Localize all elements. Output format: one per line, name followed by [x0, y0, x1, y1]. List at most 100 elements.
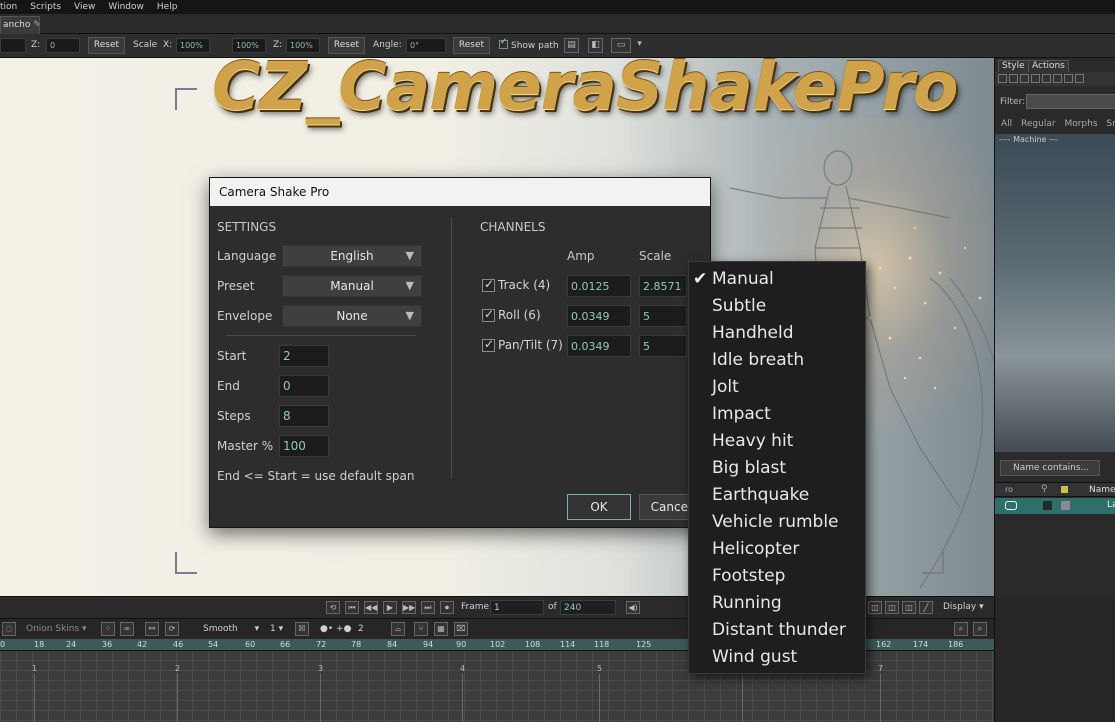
panel-tool-icon[interactable] [1020, 74, 1029, 83]
zoom-in-icon[interactable]: ⌕ [973, 622, 987, 636]
preset-option-distant-thunder[interactable]: Distant thunder [712, 620, 846, 640]
zoom-out-icon[interactable]: ⌕ [954, 622, 968, 636]
brush-icon[interactable]: ╱ [919, 601, 933, 614]
preset-option-wind-gust[interactable]: Wind gust [712, 647, 797, 667]
roll-amp-field[interactable]: 0.0349 [567, 305, 631, 327]
preset-select[interactable]: Manual ▼ [282, 275, 422, 297]
skip-end-icon[interactable]: ⏭ [421, 601, 435, 614]
master-field[interactable]: 100 [279, 435, 329, 457]
skip-start-icon[interactable]: ⏮ [345, 601, 359, 614]
start-field[interactable]: 2 [279, 345, 329, 367]
display-dropdown[interactable]: Display ▾ [943, 602, 984, 612]
preset-option-jolt[interactable]: Jolt [712, 377, 739, 397]
view-mode-icon[interactable]: ◫ [868, 601, 882, 614]
path-mode-icon[interactable]: ▭ [611, 38, 631, 53]
envelope-select[interactable]: None ▼ [282, 305, 422, 327]
menu-item-view[interactable]: View [68, 2, 102, 12]
interpolation-dropdown[interactable]: Smooth ▾ [203, 624, 259, 634]
total-frames-field[interactable]: 240 [560, 600, 616, 615]
roll-checkbox[interactable] [482, 307, 495, 322]
key-chain-icon[interactable]: ⚯ [145, 622, 159, 636]
preset-option-impact[interactable]: Impact [712, 404, 771, 424]
preset-option-vehicle-rumble[interactable]: Vehicle rumble [712, 512, 839, 532]
record-icon[interactable]: ⏺ [440, 601, 454, 614]
easing-icon[interactable]: ⟳ [165, 622, 179, 636]
panel-tool-icon[interactable] [998, 74, 1007, 83]
reset-scale-button[interactable]: Reset [328, 37, 365, 54]
preset-option-idle-breath[interactable]: Idle breath [712, 350, 804, 370]
pin-icon[interactable]: ⌓ [391, 622, 405, 636]
branch-icon[interactable]: ⑂ [414, 622, 428, 636]
tab-style[interactable]: Style [998, 60, 1029, 72]
category-tab-all[interactable]: All [1001, 119, 1012, 129]
track-amp-field[interactable]: 0.0125 [567, 275, 631, 297]
panel-tool-icon[interactable] [1031, 74, 1040, 83]
clipboard-icon[interactable]: ▦ [434, 622, 448, 636]
steps-field[interactable]: 8 [279, 405, 329, 427]
key-link-icon[interactable]: ∞ [120, 622, 134, 636]
menu-item-help[interactable]: Help [151, 2, 185, 12]
path-copy-icon[interactable]: ◧ [588, 38, 603, 53]
preset-option-manual[interactable]: Manual [712, 269, 774, 289]
category-tab-regular[interactable]: Regular [1021, 119, 1056, 129]
roll-scale-field[interactable]: 5 [639, 305, 687, 327]
lock-icon[interactable]: ⚲ [1041, 484, 1048, 494]
frame-field[interactable]: 1 [490, 600, 544, 615]
track-scale-field[interactable]: 2.8571 [639, 275, 687, 297]
position-z-field[interactable]: 0 [46, 38, 80, 53]
track-checkbox[interactable] [482, 277, 495, 292]
menu-item-animation[interactable]: tion [0, 2, 24, 12]
view-mode-icon[interactable]: ◫ [902, 601, 916, 614]
language-select[interactable]: English ▼ [282, 245, 422, 267]
loop-icon[interactable]: ⟲ [326, 601, 340, 614]
panel-tool-icon[interactable] [1064, 74, 1073, 83]
preset-option-footstep[interactable]: Footstep [712, 566, 785, 586]
menu-item-window[interactable]: Window [102, 2, 151, 12]
angle-field[interactable]: 0° [406, 38, 446, 53]
path-options-icon[interactable]: ▤ [564, 38, 579, 53]
panel-tool-icon[interactable] [1009, 74, 1018, 83]
layer-row[interactable]: La [995, 498, 1115, 514]
preset-option-helicopter[interactable]: Helicopter [712, 539, 799, 559]
name-column-header[interactable]: Name [1089, 485, 1115, 495]
onion-skins-dropdown[interactable]: Onion Skins ▾ [26, 624, 87, 634]
panel-tool-icon[interactable] [1053, 74, 1062, 83]
pantilt-checkbox[interactable] [482, 337, 495, 352]
category-tab-more[interactable]: Sm [1106, 119, 1115, 129]
step-dropdown[interactable]: 1 ▾ [270, 624, 283, 634]
clear-icon[interactable]: ⌧ [454, 622, 468, 636]
panel-tool-icon[interactable] [1042, 74, 1051, 83]
eye-icon[interactable]: ro [1005, 485, 1013, 494]
visibility-icon[interactable] [1005, 501, 1017, 510]
preview-thumbnail[interactable]: ---- Machine --- [995, 134, 1115, 452]
show-path-checkbox[interactable]: Show path [499, 37, 559, 51]
play-icon[interactable]: ▶ [383, 601, 397, 614]
pantilt-amp-field[interactable]: 0.0349 [567, 335, 631, 357]
panel-tool-icon[interactable] [1075, 74, 1084, 83]
document-tab[interactable]: ancho ✎ [0, 16, 40, 34]
tab-actions[interactable]: Actions [1028, 60, 1069, 72]
menu-item-scripts[interactable]: Scripts [24, 2, 68, 12]
end-field[interactable]: 0 [279, 375, 329, 397]
preset-option-subtle[interactable]: Subtle [712, 296, 766, 316]
position-y-field[interactable] [0, 38, 26, 53]
key-icon[interactable]: ⁘ [101, 622, 115, 636]
audio-icon[interactable]: ◀) [626, 601, 640, 614]
key-nav-icon[interactable]: ●• +● [320, 624, 351, 634]
preset-option-earthquake[interactable]: Earthquake [712, 485, 809, 505]
scale-y-field[interactable]: 100% [232, 38, 266, 53]
ok-button[interactable]: OK [567, 494, 631, 520]
scale-x-field[interactable]: 100% [176, 38, 210, 53]
preset-option-heavy-hit[interactable]: Heavy hit [712, 431, 793, 451]
step-back-icon[interactable]: ◀◀ [364, 601, 378, 614]
onion-skin-icon[interactable]: ◌ [2, 622, 16, 636]
preset-option-big-blast[interactable]: Big blast [712, 458, 786, 478]
chevron-down-icon[interactable]: ▾ [632, 38, 647, 53]
scale-z-field[interactable]: 100% [286, 38, 320, 53]
reset-position-button[interactable]: Reset [88, 37, 125, 54]
filter-input[interactable] [1026, 94, 1115, 109]
category-tab-morphs[interactable]: Morphs [1064, 119, 1097, 129]
reset-angle-button[interactable]: Reset [453, 37, 490, 54]
step-forward-icon[interactable]: ▶▶ [402, 601, 416, 614]
view-mode-icon[interactable]: ◫ [885, 601, 899, 614]
